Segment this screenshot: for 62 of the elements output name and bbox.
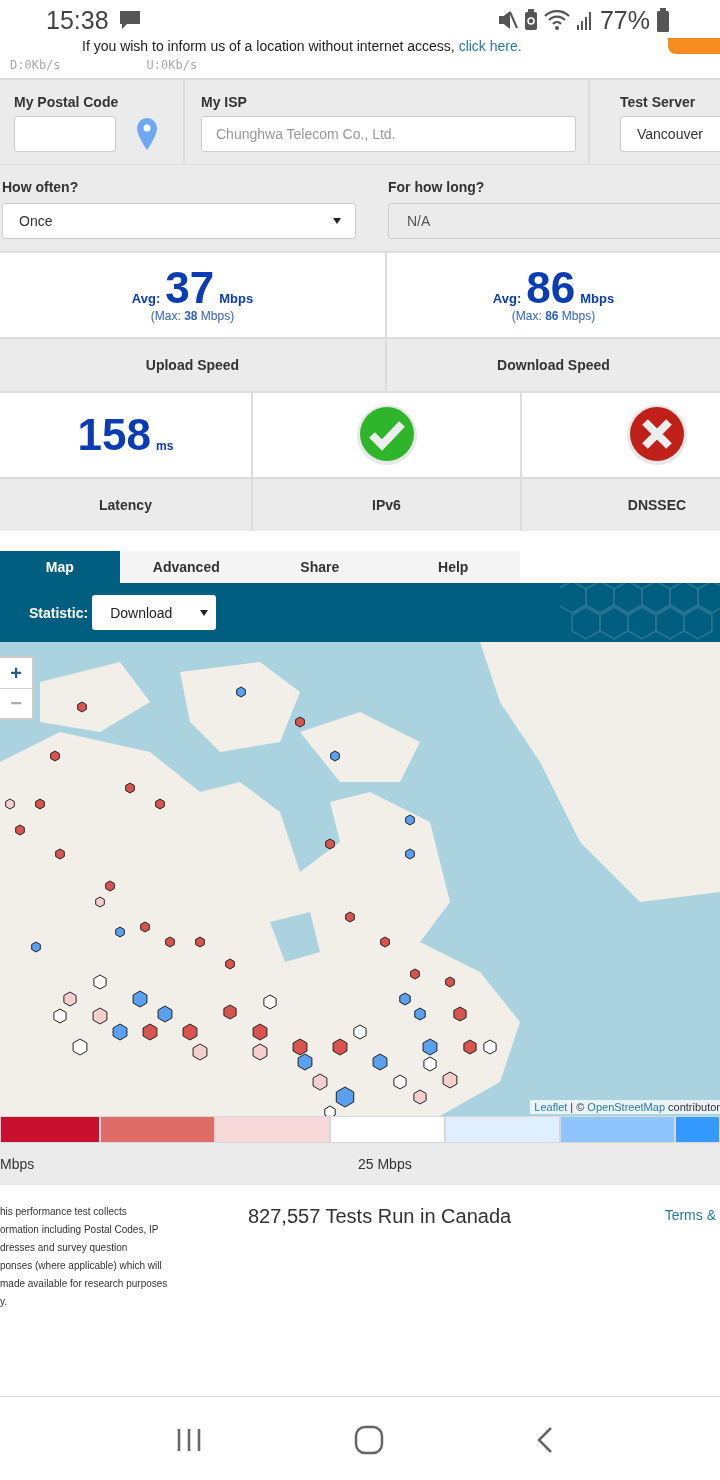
upload-rate: U:0Kb/s bbox=[146, 58, 198, 72]
back-icon[interactable] bbox=[536, 1425, 554, 1454]
tab[interactable]: Advanced bbox=[119, 551, 254, 583]
tab[interactable]: Map bbox=[0, 551, 120, 583]
max-speed: (Max: 38 Mbps) bbox=[150, 309, 235, 323]
test-label: DNSSEC bbox=[627, 497, 687, 513]
attribution-separator: | © bbox=[570, 1101, 585, 1113]
terms-link[interactable]: Terms & bbox=[664, 1207, 716, 1396]
speed-value: 37 bbox=[165, 267, 215, 309]
leaflet-link[interactable]: Leaflet bbox=[534, 1101, 568, 1113]
click-here-link[interactable]: click here. bbox=[458, 38, 522, 54]
speed-label: Download Speed bbox=[497, 357, 610, 373]
disclaimer-line: his performance test collects bbox=[0, 1205, 128, 1219]
field-label: How often? bbox=[2, 179, 80, 195]
statistic-label: Statistic: bbox=[29, 604, 89, 621]
signal-icon bbox=[575, 10, 594, 30]
battery-percent: 77% bbox=[599, 5, 650, 35]
dropdown-arrow-icon bbox=[333, 218, 341, 224]
home-icon[interactable] bbox=[354, 1424, 384, 1455]
tests-run-count: 827,557 Tests Run in Canada bbox=[248, 1205, 512, 1229]
clock: 15:38 bbox=[46, 5, 109, 35]
disclaimer-line: made available for research purposes bbox=[0, 1277, 169, 1291]
statistic-select[interactable]: Download bbox=[92, 595, 217, 630]
speed-label: Upload Speed bbox=[145, 357, 240, 373]
latency-value: 158 bbox=[77, 414, 152, 456]
field-label: Test Server bbox=[620, 94, 697, 110]
disclaimer-line: ormation including Postal Codes, IP bbox=[0, 1223, 160, 1237]
message-icon bbox=[118, 10, 141, 30]
mute-icon bbox=[497, 10, 518, 30]
legend-label: 25 Mbps bbox=[358, 1156, 412, 1172]
openstreetmap-link[interactable]: OpenStreetMap bbox=[587, 1101, 665, 1113]
max-speed: (Max: 86 Mbps) bbox=[511, 309, 596, 323]
hexagon-pattern-icon bbox=[560, 583, 720, 641]
wifi-icon bbox=[543, 9, 570, 31]
latency-unit: ms bbox=[156, 439, 174, 453]
field-label: My Postal Code bbox=[14, 94, 120, 110]
tab[interactable]: Help bbox=[386, 551, 520, 583]
notice-text: If you wish to inform us of a location without internet access, click here. bbox=[82, 38, 522, 54]
tab[interactable]: Share bbox=[253, 551, 387, 583]
battery-icon bbox=[656, 8, 670, 32]
isp-field[interactable]: Chunghwa Telecom Co., Ltd. bbox=[201, 116, 576, 152]
dropdown-arrow-icon bbox=[200, 609, 209, 616]
server-select[interactable]: Vancouver bbox=[620, 116, 720, 152]
postal-code-field[interactable] bbox=[14, 116, 116, 152]
battery-saver-icon bbox=[523, 9, 538, 31]
test-label: Latency bbox=[99, 497, 152, 513]
disclaimer-line: y. bbox=[0, 1295, 9, 1309]
avg-label: Avg: bbox=[492, 291, 522, 306]
legend-label: Mbps bbox=[0, 1156, 35, 1172]
test-label: IPv6 bbox=[372, 497, 401, 513]
speed-unit: Mbps bbox=[219, 291, 254, 306]
speed-unit: Mbps bbox=[580, 291, 615, 306]
disclaimer-line: ponses (where applicable) which will bbox=[0, 1259, 163, 1273]
disclaimer-line: dresses and survey question bbox=[0, 1241, 129, 1255]
field-label: My ISP bbox=[201, 94, 248, 110]
speed-value: 86 bbox=[526, 267, 576, 309]
avg-label: Avg: bbox=[131, 291, 161, 306]
field-label: For how long? bbox=[388, 179, 486, 195]
frequency-select[interactable]: Once bbox=[2, 203, 356, 239]
download-rate: D:0Kb/s bbox=[10, 58, 61, 72]
attribution-text: contributor bbox=[668, 1101, 720, 1113]
recent-apps-icon[interactable] bbox=[176, 1426, 202, 1453]
